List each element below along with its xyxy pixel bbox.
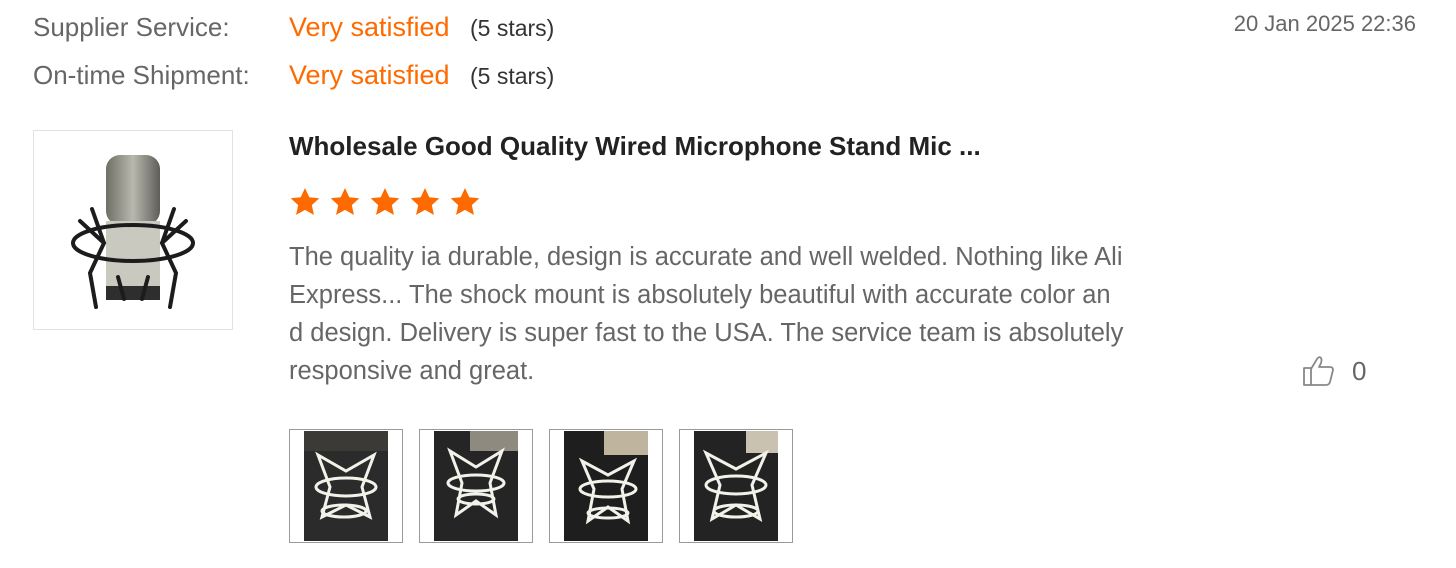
ontime-shipment-stars: (5 stars) [470,63,555,89]
review-photo[interactable] [419,429,533,543]
review-line: responsive and great. [289,357,535,385]
review-line: Express... The shock mount is absolutely… [289,281,1111,309]
microphone-image [71,155,195,309]
product-title[interactable]: Wholesale Good Quality Wired Microphone … [289,130,981,162]
shock-mount-photo [564,431,648,541]
star-icon [410,188,440,215]
shock-mount-photo [694,431,778,541]
thumbs-up-icon [1303,356,1334,386]
review-photo[interactable] [549,429,663,543]
review-photos [289,429,793,543]
review-line: d design. Delivery is super fast to the … [289,319,1124,347]
supplier-service-label: Supplier Service: [33,12,230,42]
star-icon [370,188,400,215]
star-icon [330,188,360,215]
ontime-shipment-label: On-time Shipment: [33,60,250,90]
review-line: The quality ia durable, design is accura… [289,243,1123,271]
shock-mount-photo [434,431,518,541]
supplier-service-stars: (5 stars) [470,15,555,41]
like-button[interactable]: 0 [1302,354,1366,388]
product-thumbnail[interactable] [33,130,233,330]
star-icon [450,188,480,215]
shock-mount-photo [304,431,388,541]
star-icon [290,188,320,215]
review-text: The quality ia durable, design is accura… [289,238,1189,390]
review-date: 20 Jan 2025 22:36 [1233,11,1416,36]
ontime-shipment-value: Very satisfied [289,60,450,90]
review-photo[interactable] [679,429,793,543]
supplier-service-value: Very satisfied [289,12,450,42]
review-star-rating [289,186,481,218]
like-count: 0 [1352,356,1367,386]
review-photo[interactable] [289,429,403,543]
